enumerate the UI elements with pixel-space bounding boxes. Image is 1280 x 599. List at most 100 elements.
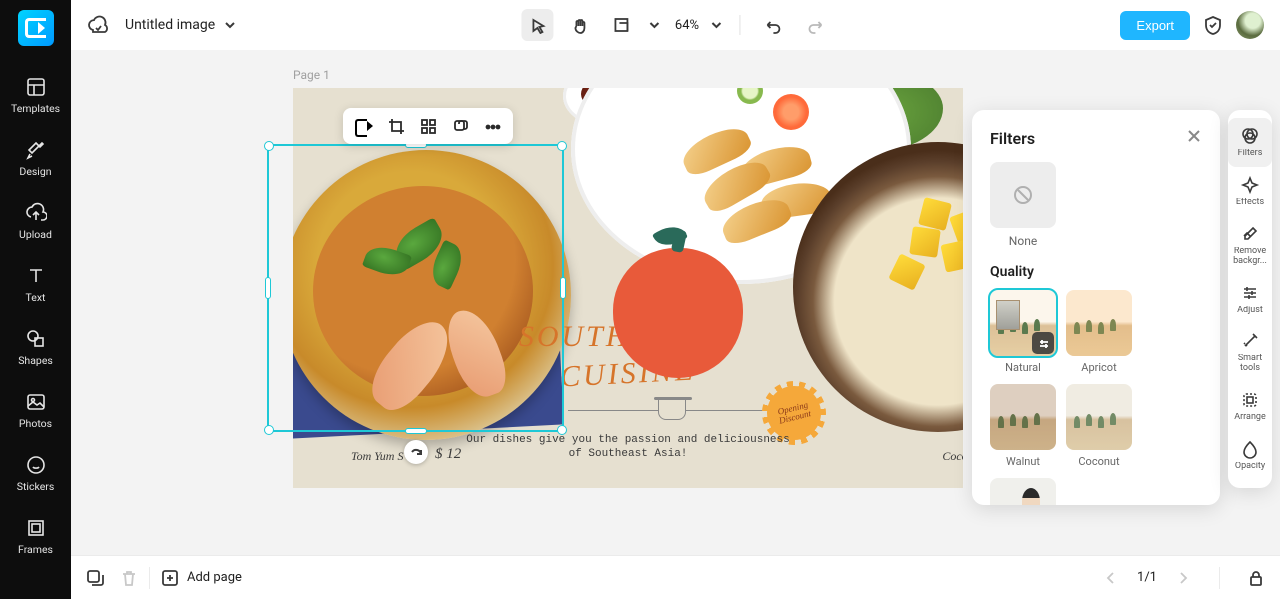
cloud-sync-icon[interactable] xyxy=(87,14,109,36)
stickers-icon xyxy=(25,454,47,476)
divider xyxy=(1219,567,1220,589)
right-tool-adjust[interactable]: Adjust xyxy=(1228,275,1272,324)
undo-button[interactable] xyxy=(756,9,788,41)
right-tool-opacity[interactable]: Opacity xyxy=(1228,431,1272,480)
filter-apricot[interactable]: Apricot xyxy=(1066,290,1132,374)
resize-icon xyxy=(612,16,630,34)
capcut-logo-icon xyxy=(355,119,373,133)
close-filters-button[interactable] xyxy=(1186,128,1202,148)
chevron-down-icon[interactable] xyxy=(647,18,661,32)
divider xyxy=(739,15,740,35)
resize-handle-r[interactable] xyxy=(560,277,566,299)
effects-icon xyxy=(1240,175,1260,195)
lock-icon[interactable] xyxy=(1246,568,1266,588)
nav-stickers[interactable]: Stickers xyxy=(0,442,71,505)
add-page-icon xyxy=(160,568,180,588)
dish-label-tom-yum: Tom Yum S xyxy=(351,449,403,464)
hand-tool[interactable] xyxy=(563,9,595,41)
ctx-copy-button[interactable] xyxy=(445,111,475,141)
filters-panel-title: Filters xyxy=(990,129,1035,148)
top-bar: Untitled image 64% Export xyxy=(71,0,1280,50)
photos-icon xyxy=(25,391,47,413)
page-navigation: 1/1 xyxy=(1101,567,1266,589)
delete-icon[interactable] xyxy=(119,568,139,588)
filter-settings-button[interactable] xyxy=(1032,332,1054,354)
ctx-more-button[interactable] xyxy=(477,111,507,141)
layers-icon[interactable] xyxy=(85,568,105,588)
crop-icon xyxy=(387,117,405,135)
app-logo[interactable] xyxy=(18,10,54,46)
add-page-button[interactable]: Add page xyxy=(160,568,242,588)
right-tool-smart[interactable]: Smart tools xyxy=(1228,323,1272,382)
filter-coconut-f[interactable]: Coconut xyxy=(1066,384,1132,468)
nav-text-label: Text xyxy=(26,291,46,304)
right-tool-effects[interactable]: Effects xyxy=(1228,167,1272,216)
nav-shapes-label: Shapes xyxy=(18,354,53,367)
chevron-down-icon[interactable] xyxy=(709,18,723,32)
user-avatar[interactable] xyxy=(1236,11,1264,39)
upload-icon xyxy=(25,202,47,224)
tomato-rose xyxy=(773,94,809,130)
filter-natural[interactable]: Natural xyxy=(990,290,1056,374)
filter-light-skin[interactable]: Light Skin xyxy=(990,478,1056,505)
next-page-icon[interactable] xyxy=(1173,568,1193,588)
pot-icon xyxy=(658,398,686,420)
price-tom-yum: $ 12 xyxy=(435,446,461,463)
ctx-crop-button[interactable] xyxy=(381,111,411,141)
dish-label-coconut: Coconut xyxy=(942,449,963,464)
frames-icon xyxy=(25,517,47,539)
no-filter-icon xyxy=(1013,185,1033,205)
nav-text[interactable]: Text xyxy=(0,253,71,316)
ctx-capcut-button[interactable] xyxy=(349,111,379,141)
resize-handle-b[interactable] xyxy=(405,428,427,434)
remove-bg-icon xyxy=(1240,224,1260,244)
filter-none[interactable] xyxy=(990,162,1056,228)
redo-button[interactable] xyxy=(798,9,830,41)
right-tool-arrange[interactable]: Arrange xyxy=(1228,382,1272,431)
nav-design[interactable]: Design xyxy=(0,127,71,190)
left-sidebar: Templates Design Upload Text Shapes Phot… xyxy=(0,0,71,599)
right-tool-remove-bg[interactable]: Remove backgr... xyxy=(1228,216,1272,275)
resize-handle-l[interactable] xyxy=(265,277,271,299)
nav-photos-label: Photos xyxy=(19,417,52,430)
nav-frames-label: Frames xyxy=(18,543,53,556)
nav-shapes[interactable]: Shapes xyxy=(0,316,71,379)
resize-handle-tr[interactable] xyxy=(557,141,567,151)
shield-icon[interactable] xyxy=(1202,14,1224,36)
nav-photos[interactable]: Photos xyxy=(0,379,71,442)
nav-upload[interactable]: Upload xyxy=(0,190,71,253)
select-tool[interactable] xyxy=(521,9,553,41)
prev-page-icon[interactable] xyxy=(1101,568,1121,588)
filters-panel: Filters None Quality Natural Apricot Wal… xyxy=(972,110,1220,505)
nav-templates[interactable]: Templates xyxy=(0,64,71,127)
right-tool-filters[interactable]: Filters xyxy=(1228,118,1272,167)
filter-none-label: None xyxy=(990,234,1056,248)
ctx-flip-button[interactable] xyxy=(413,111,443,141)
nav-templates-label: Templates xyxy=(11,102,60,115)
apple-sticker[interactable] xyxy=(613,248,743,378)
top-right: Export xyxy=(1120,11,1264,40)
nav-upload-label: Upload xyxy=(19,228,52,241)
nav-frames[interactable]: Frames xyxy=(0,505,71,568)
rotate-handle[interactable] xyxy=(404,440,428,464)
filter-walnut[interactable]: Walnut xyxy=(990,384,1056,468)
crop-resize-tool[interactable] xyxy=(605,9,637,41)
nav-stickers-label: Stickers xyxy=(17,480,54,493)
flip-icon xyxy=(419,117,437,135)
zoom-level[interactable]: 64% xyxy=(675,18,699,33)
chevron-down-icon xyxy=(223,18,237,32)
export-button[interactable]: Export xyxy=(1120,11,1190,40)
resize-handle-bl[interactable] xyxy=(264,425,274,435)
resize-handle-tl[interactable] xyxy=(264,141,274,151)
resize-handle-br[interactable] xyxy=(557,425,567,435)
arrange-icon xyxy=(1240,390,1260,410)
filter-section-quality: Quality xyxy=(990,264,1202,280)
undo-icon xyxy=(763,16,781,34)
page-label: Page 1 xyxy=(293,68,330,82)
canvas-area[interactable]: Page 1 8 SOUTH ASIAN CUISINE OpeningDisc… xyxy=(71,50,1280,555)
bottom-bar: Add page 1/1 xyxy=(71,555,1280,599)
selection-box[interactable] xyxy=(267,144,564,432)
document-title-dropdown[interactable]: Untitled image xyxy=(125,17,237,33)
cursor-icon xyxy=(528,16,546,34)
sliders-icon xyxy=(1037,337,1050,350)
